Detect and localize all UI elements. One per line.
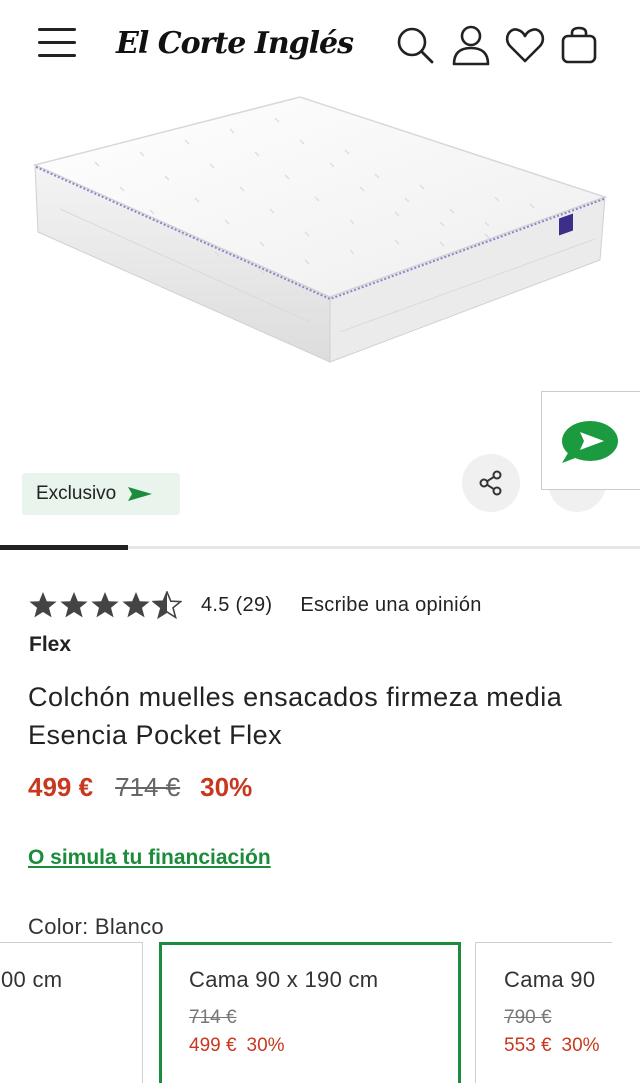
menu-icon[interactable] [38, 28, 80, 62]
size-card-price: 553 € [504, 1035, 552, 1056]
gallery-progress [0, 545, 640, 550]
product-title: Colchón muelles ensacados firmeza media … [28, 682, 563, 750]
price-row: 499 € 714 € 30% [28, 772, 252, 803]
logo[interactable]: El Corte Inglés [116, 18, 354, 70]
size-card-name: Cama 90 x 190 cm [189, 967, 379, 992]
rating-value[interactable]: 4.5 (29) [201, 594, 272, 617]
star-icon [152, 591, 182, 619]
size-card[interactable]: Cama 90 790 € 553 € 30% [475, 942, 612, 1083]
gallery-progress-fill [0, 545, 128, 550]
share-button[interactable] [462, 454, 520, 512]
size-card-price-row: 499 € 30% [189, 1035, 458, 1057]
product-brand[interactable]: Flex [29, 633, 71, 657]
rating-stars [28, 591, 183, 619]
current-price: 499 € [28, 772, 94, 802]
site-header: El Corte Inglés [0, 0, 640, 92]
logo-text: El Corte Inglés [116, 26, 354, 61]
financing-link[interactable]: O simula tu financiación [28, 846, 271, 870]
star-icon [60, 592, 88, 618]
size-card-selected[interactable]: Cama 90 x 190 cm 714 € 499 € 30% [159, 942, 461, 1083]
share-icon [479, 470, 502, 496]
exclusive-badge: Exclusivo [22, 473, 180, 515]
size-card[interactable]: 00 cm [0, 942, 143, 1083]
discount-percent: 30% [200, 772, 253, 802]
user-icon[interactable] [450, 24, 492, 66]
size-card-old-price: 790 € [504, 1007, 552, 1028]
size-card-discount: 30% [246, 1035, 285, 1056]
size-card-name: Cama 90 [504, 967, 596, 992]
size-card-price-row: 553 € 30% [504, 1035, 612, 1057]
old-price: 714 € [115, 772, 181, 802]
size-card-price: 499 € [189, 1035, 237, 1056]
chat-widget-overlay[interactable] [541, 391, 640, 490]
star-icon [29, 592, 57, 618]
color-label: Color: Blanco [28, 914, 164, 939]
size-card-old-price: 714 € [189, 1007, 237, 1028]
rating-row: 4.5 (29) Escribe una opinión [28, 588, 482, 622]
size-card-discount: 30% [561, 1035, 600, 1056]
write-review-link[interactable]: Escribe una opinión [300, 594, 481, 617]
star-icon [122, 592, 150, 618]
flag-icon [128, 487, 153, 501]
bag-icon[interactable] [558, 24, 600, 66]
heart-icon[interactable] [504, 24, 546, 66]
star-icon [91, 592, 119, 618]
size-selector: 00 cm Cama 90 x 190 cm 714 € 499 € 30% Ca… [0, 942, 612, 1083]
search-icon[interactable] [394, 24, 436, 66]
exclusive-label: Exclusivo [36, 483, 117, 504]
chat-bubble-icon [562, 420, 618, 463]
